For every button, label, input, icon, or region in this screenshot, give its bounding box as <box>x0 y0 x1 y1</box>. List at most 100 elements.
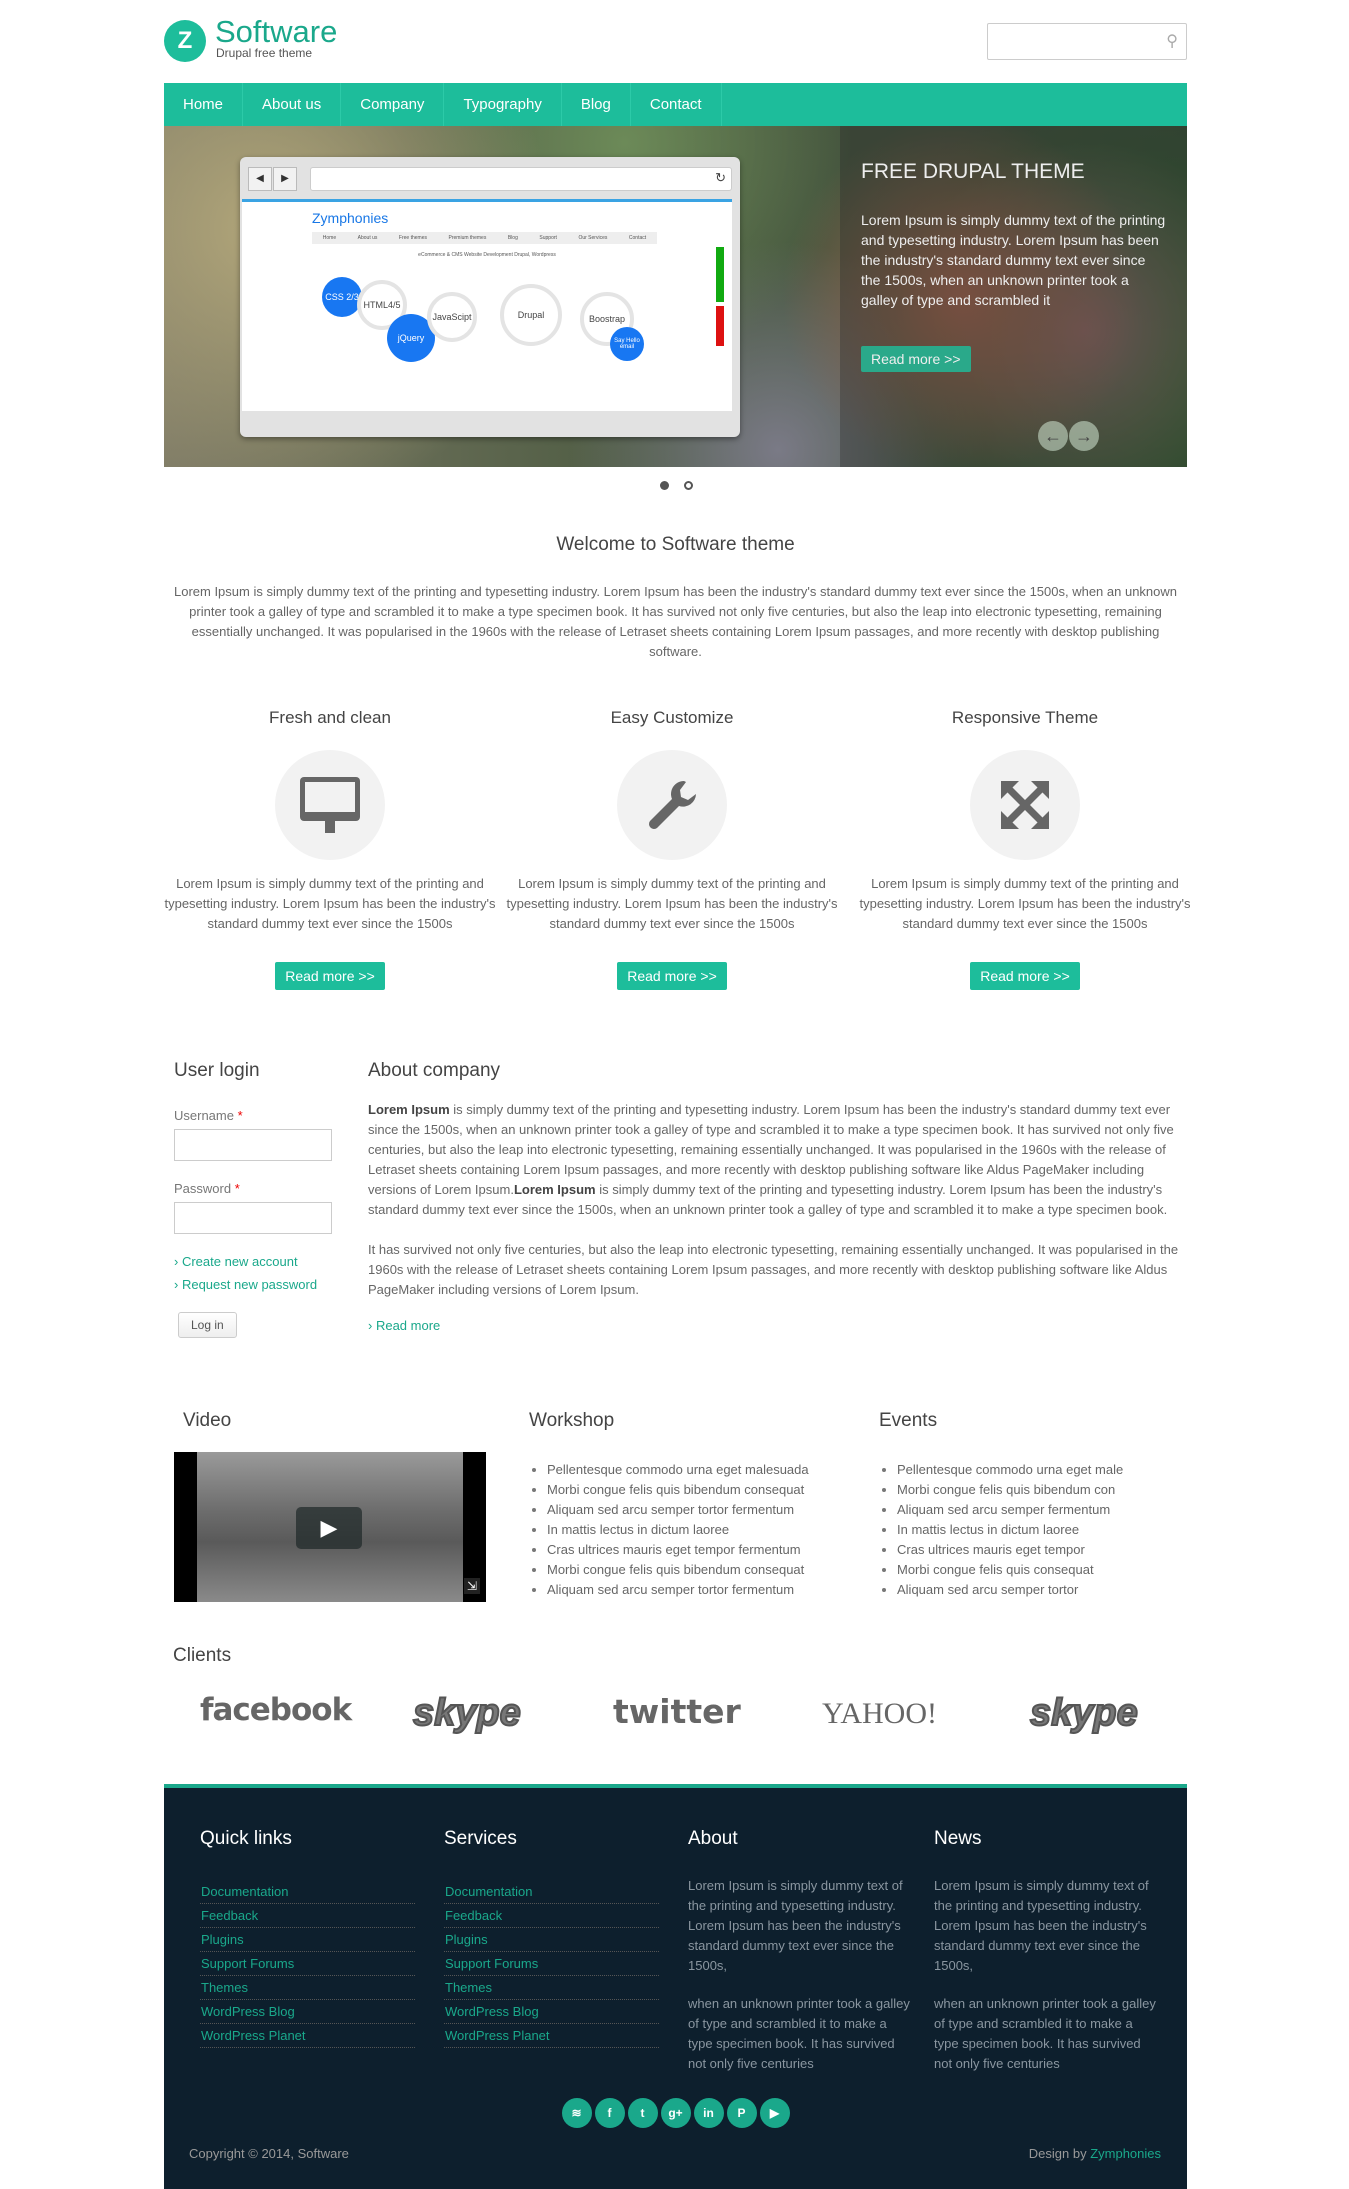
slide-dot-2[interactable] <box>684 481 693 490</box>
client-logo-skype[interactable]: skype <box>412 1691 522 1735</box>
nav-home[interactable]: Home <box>164 83 244 126</box>
footer-link[interactable]: Support Forums <box>445 1956 538 1971</box>
feature-title: Responsive Theme <box>951 708 1099 727</box>
list-item: Cras ultrices mauris eget tempor <box>897 1540 1179 1560</box>
video-title: Video <box>183 1410 232 1431</box>
social-links: ≋ f t g+ in P ▶ <box>164 2098 1187 2128</box>
expand-icon <box>970 750 1080 860</box>
footer-text: when an unknown printer took a galley of… <box>688 1996 910 2071</box>
footer-link[interactable]: Plugins <box>445 1932 488 1947</box>
list-item: Morbi congue felis quis bibendum consequ… <box>547 1480 849 1500</box>
user-login-block: User login Username * Password * › Creat… <box>174 1060 344 1338</box>
feature-read-more-button[interactable]: Read more >> <box>617 962 727 990</box>
fullscreen-icon[interactable]: ⇲ <box>463 1578 480 1594</box>
list-item: Aliquam sed arcu semper tortor fermentum <box>547 1500 849 1520</box>
login-button[interactable]: Log in <box>178 1312 237 1338</box>
footer-news: News Lorem Ipsum is simply dummy text of… <box>934 1828 1159 2074</box>
search-box: ⚲ <box>987 23 1187 60</box>
slide-dot-1[interactable] <box>660 481 669 490</box>
feature-title: Fresh and clean <box>269 708 391 727</box>
footer-heading: Services <box>444 1828 517 1849</box>
login-title: User login <box>174 1060 260 1081</box>
list-item: Aliquam sed arcu semper tortor <box>897 1580 1179 1600</box>
workshop-block: Workshop Pellentesque commodo urna eget … <box>529 1410 849 1600</box>
facebook-icon[interactable]: f <box>594 2098 625 2128</box>
client-logo-facebook[interactable]: facebook <box>200 1692 352 1728</box>
copyright: Copyright © 2014, Software <box>189 2146 349 2161</box>
feature-fresh: Fresh and clean Lorem Ipsum is simply du… <box>160 708 500 990</box>
footer-link[interactable]: Themes <box>445 1980 492 1995</box>
nav-typography[interactable]: Typography <box>444 83 562 126</box>
about-paragraph: Lorem Ipsum is simply dummy text of the … <box>368 1102 1174 1217</box>
search-icon[interactable]: ⚲ <box>1166 31 1178 51</box>
footer-about: About Lorem Ipsum is simply dummy text o… <box>688 1828 913 2074</box>
about-company-block: About company Lorem Ipsum is simply dumm… <box>368 1060 1188 1333</box>
url-bar: ↻ <box>310 167 732 191</box>
footer-link[interactable]: Support Forums <box>201 1956 294 1971</box>
footer-link[interactable]: WordPress Blog <box>201 2004 295 2019</box>
request-password-link[interactable]: › Request new password <box>174 1277 344 1292</box>
logo[interactable]: Z <box>164 20 206 62</box>
bubble: Say Hello email <box>610 327 644 361</box>
side-tab <box>716 247 724 302</box>
client-logo-skype-2[interactable]: skype <box>1029 1691 1139 1735</box>
footer-link[interactable]: Feedback <box>201 1908 258 1923</box>
workshop-title: Workshop <box>529 1410 615 1431</box>
footer-link[interactable]: Plugins <box>201 1932 244 1947</box>
feature-read-more-button[interactable]: Read more >> <box>970 962 1080 990</box>
linkedin-icon[interactable]: in <box>693 2098 724 2128</box>
search-input[interactable] <box>988 24 1148 59</box>
zymphonies-link[interactable]: Zymphonies <box>1090 2146 1161 2161</box>
footer-link[interactable]: WordPress Planet <box>201 2028 306 2043</box>
about-read-more-link[interactable]: › Read more <box>368 1318 1188 1333</box>
site-slogan: Drupal free theme <box>216 46 313 60</box>
side-tab <box>716 306 724 346</box>
username-field[interactable] <box>174 1129 332 1161</box>
twitter-icon[interactable]: t <box>627 2098 658 2128</box>
footer-link[interactable]: Themes <box>201 1980 248 1995</box>
footer-text: when an unknown printer took a galley of… <box>934 1996 1156 2071</box>
list-item: Morbi congue felis quis bibendum consequ… <box>547 1560 849 1580</box>
youtube-icon[interactable]: ▶ <box>759 2098 790 2128</box>
client-logo-twitter[interactable]: twitter <box>613 1692 741 1731</box>
slide-caption: FREE DRUPAL THEME Lorem Ipsum is simply … <box>840 126 1187 467</box>
bubble: JavaScipt <box>427 292 477 342</box>
nav-about-us[interactable]: About us <box>243 83 342 126</box>
client-logo-yahoo[interactable]: YAHOO! <box>822 1697 937 1731</box>
events-title: Events <box>879 1410 938 1431</box>
list-item: Aliquam sed arcu semper fermentum <box>897 1500 1179 1520</box>
footer-link[interactable]: WordPress Planet <box>445 2028 550 2043</box>
footer: Quick links Documentation Feedback Plugi… <box>164 1784 1187 2189</box>
pinterest-icon[interactable]: P <box>726 2098 757 2128</box>
rss-icon[interactable]: ≋ <box>561 2098 592 2128</box>
welcome-title: Welcome to Software theme <box>556 534 795 555</box>
footer-heading: Quick links <box>200 1828 292 1849</box>
footer-services: Services Documentation Feedback Plugins … <box>444 1828 659 2048</box>
password-label: Password * <box>174 1181 240 1196</box>
nav-contact[interactable]: Contact <box>631 83 722 126</box>
nav-company[interactable]: Company <box>341 83 445 126</box>
design-credit: Design by Zymphonies <box>1028 2146 1161 2161</box>
password-field[interactable] <box>174 1202 332 1234</box>
video-player[interactable]: ▶ ⇲ <box>174 1452 486 1602</box>
events-block: Events Pellentesque commodo urna eget ma… <box>879 1410 1179 1600</box>
create-account-link[interactable]: › Create new account <box>174 1254 344 1269</box>
nav-blog[interactable]: Blog <box>562 83 631 126</box>
slide-title: FREE DRUPAL THEME <box>861 160 1085 183</box>
site-name[interactable]: Software <box>215 14 337 50</box>
slide-image: ◀ ▶ ↻ Zymphonies Home About us Free themes… <box>240 157 740 437</box>
video-block: Video <box>183 1410 231 1432</box>
feature-read-more-button[interactable]: Read more >> <box>275 962 385 990</box>
slide-read-more-button[interactable]: Read more >> <box>861 346 971 372</box>
clients-title: Clients <box>173 1645 232 1666</box>
google-plus-icon[interactable]: g+ <box>660 2098 691 2128</box>
footer-link[interactable]: Documentation <box>445 1884 532 1899</box>
feature-text: Lorem Ipsum is simply dummy text of the … <box>859 876 1191 931</box>
list-item: Morbi congue felis quis consequat <box>897 1560 1179 1580</box>
footer-link[interactable]: WordPress Blog <box>445 2004 539 2019</box>
prev-arrow-icon[interactable]: ← <box>1038 421 1068 451</box>
footer-link[interactable]: Documentation <box>201 1884 288 1899</box>
next-arrow-icon[interactable]: → <box>1069 421 1099 451</box>
play-icon[interactable]: ▶ <box>296 1507 362 1549</box>
footer-link[interactable]: Feedback <box>445 1908 502 1923</box>
